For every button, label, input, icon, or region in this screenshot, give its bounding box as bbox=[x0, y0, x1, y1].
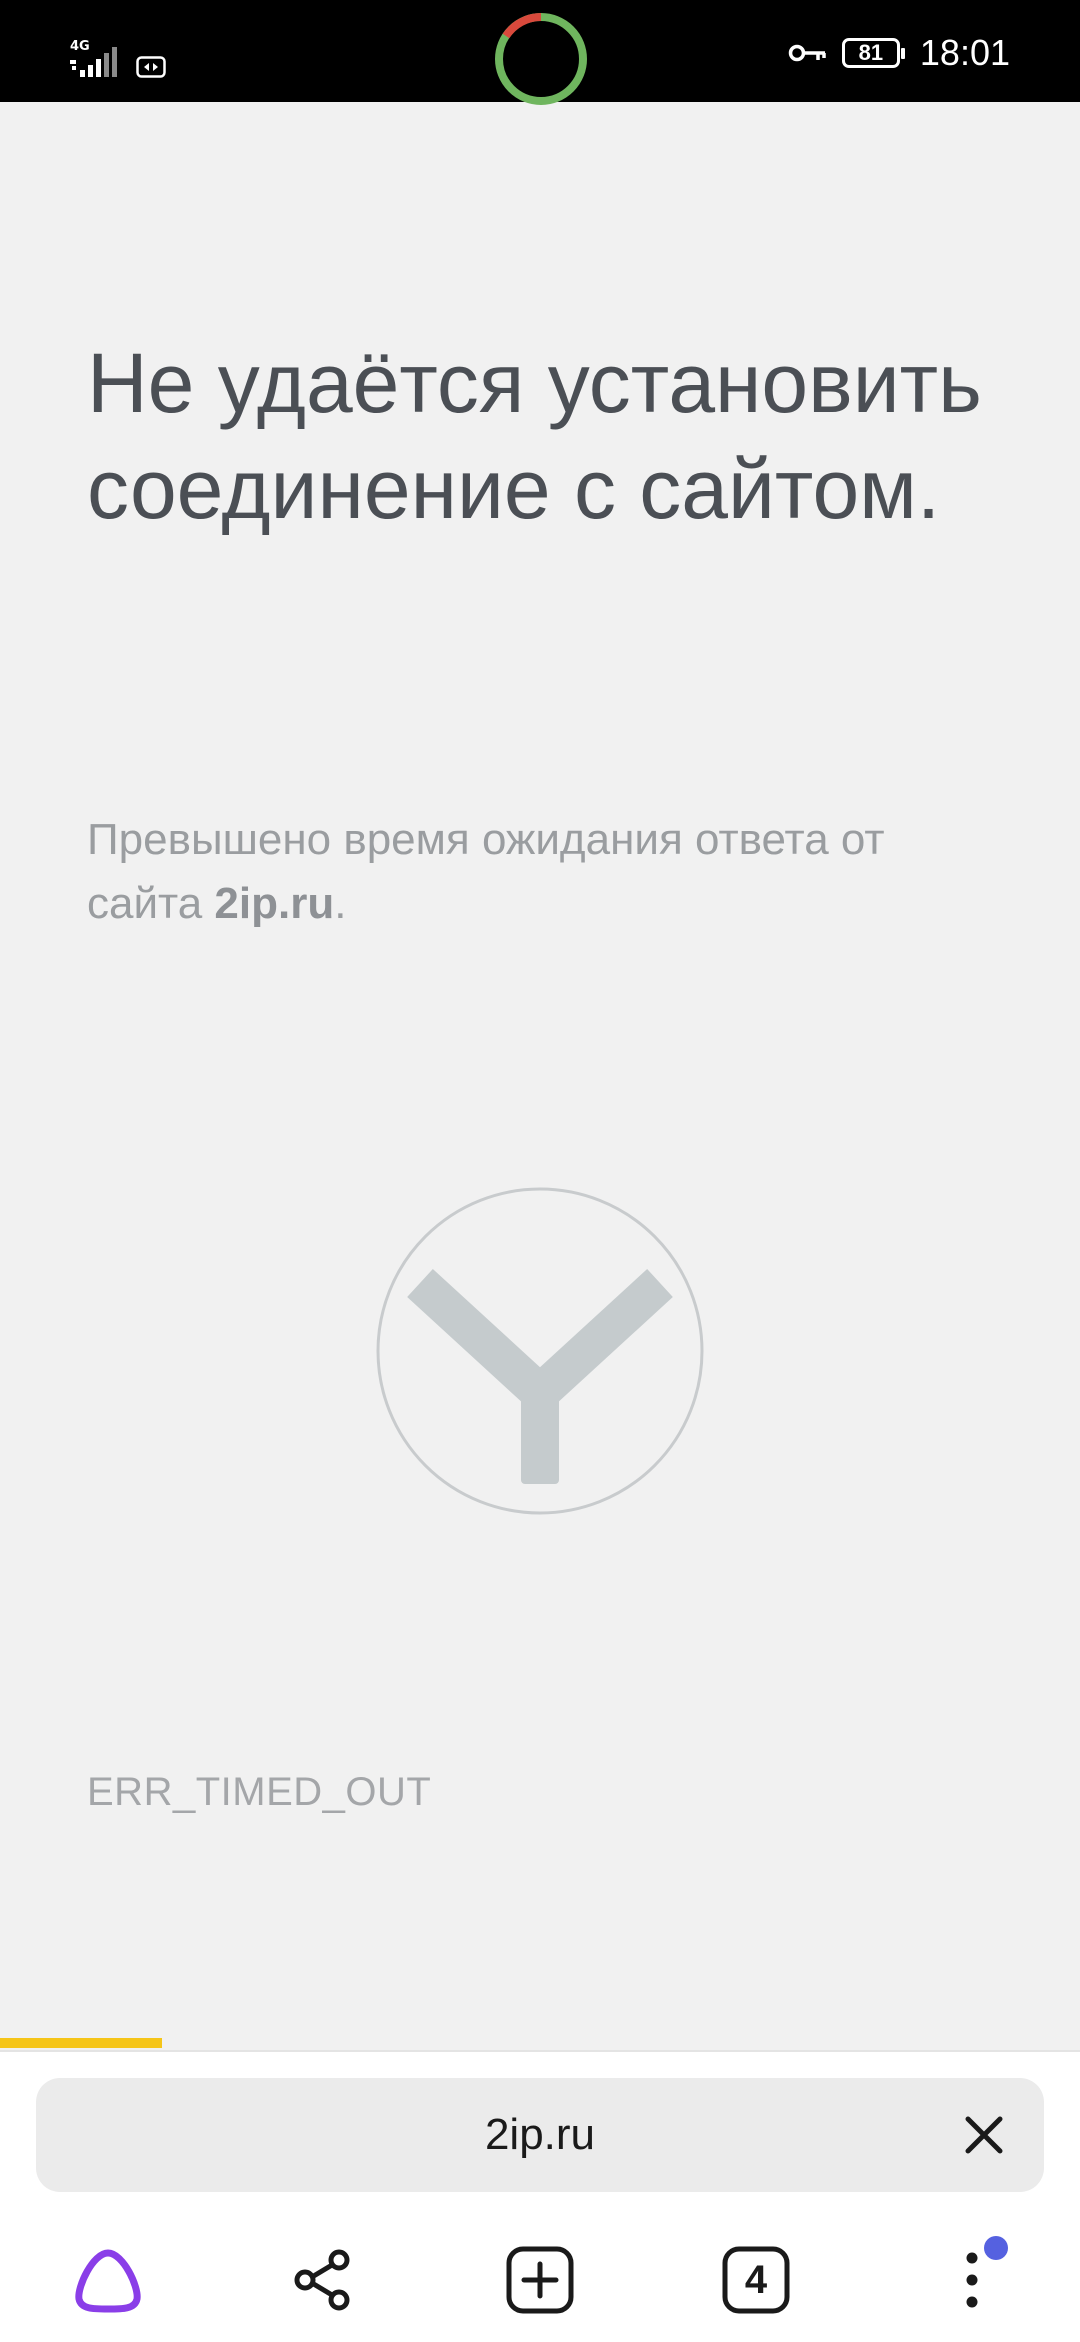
share-icon[interactable] bbox=[273, 2230, 373, 2330]
status-left-group: 4G bbox=[70, 40, 166, 78]
close-icon[interactable] bbox=[946, 2097, 1022, 2173]
page-load-progress-bar bbox=[0, 2038, 162, 2048]
address-bar[interactable]: 2ip.ru bbox=[36, 2078, 1044, 2192]
battery-level: 81 bbox=[858, 40, 884, 65]
error-site-name: 2ip.ru bbox=[214, 879, 335, 928]
sim-icon bbox=[136, 56, 166, 78]
address-bar-url[interactable]: 2ip.ru bbox=[36, 2078, 1044, 2192]
error-code: ERR_TIMED_OUT bbox=[87, 1770, 432, 1814]
tabs-count[interactable]: 4 bbox=[706, 2230, 806, 2330]
error-title: Не удаётся установить соединение с сайто… bbox=[87, 336, 982, 536]
status-bar: 4G 81 18:01 bbox=[0, 0, 1080, 105]
yandex-browser-logo-icon bbox=[375, 1186, 705, 1516]
vpn-key-icon bbox=[788, 41, 828, 65]
tabs-icon[interactable]: 4 bbox=[706, 2230, 806, 2330]
menu-icon[interactable] bbox=[922, 2230, 1022, 2330]
battery-icon: 81 bbox=[841, 38, 905, 68]
notification-dot bbox=[984, 2236, 1008, 2260]
browser-bottom-panel: 2ip.ru 4 bbox=[0, 2050, 1080, 2342]
bottom-toolbar: 4 bbox=[0, 2230, 1080, 2330]
loading-ring-icon bbox=[494, 12, 588, 106]
error-description-end: . bbox=[334, 879, 347, 928]
alice-icon[interactable] bbox=[58, 2230, 158, 2330]
new-tab-icon[interactable] bbox=[490, 2230, 590, 2330]
error-description-text: Превышено время ожидания ответа от сайта bbox=[87, 815, 885, 928]
signal-icon: 4G bbox=[70, 40, 122, 78]
status-right-group: 81 18:01 bbox=[788, 30, 1010, 76]
error-description: Превышено время ожидания ответа от сайта… bbox=[87, 808, 987, 936]
clock: 18:01 bbox=[919, 32, 1010, 73]
